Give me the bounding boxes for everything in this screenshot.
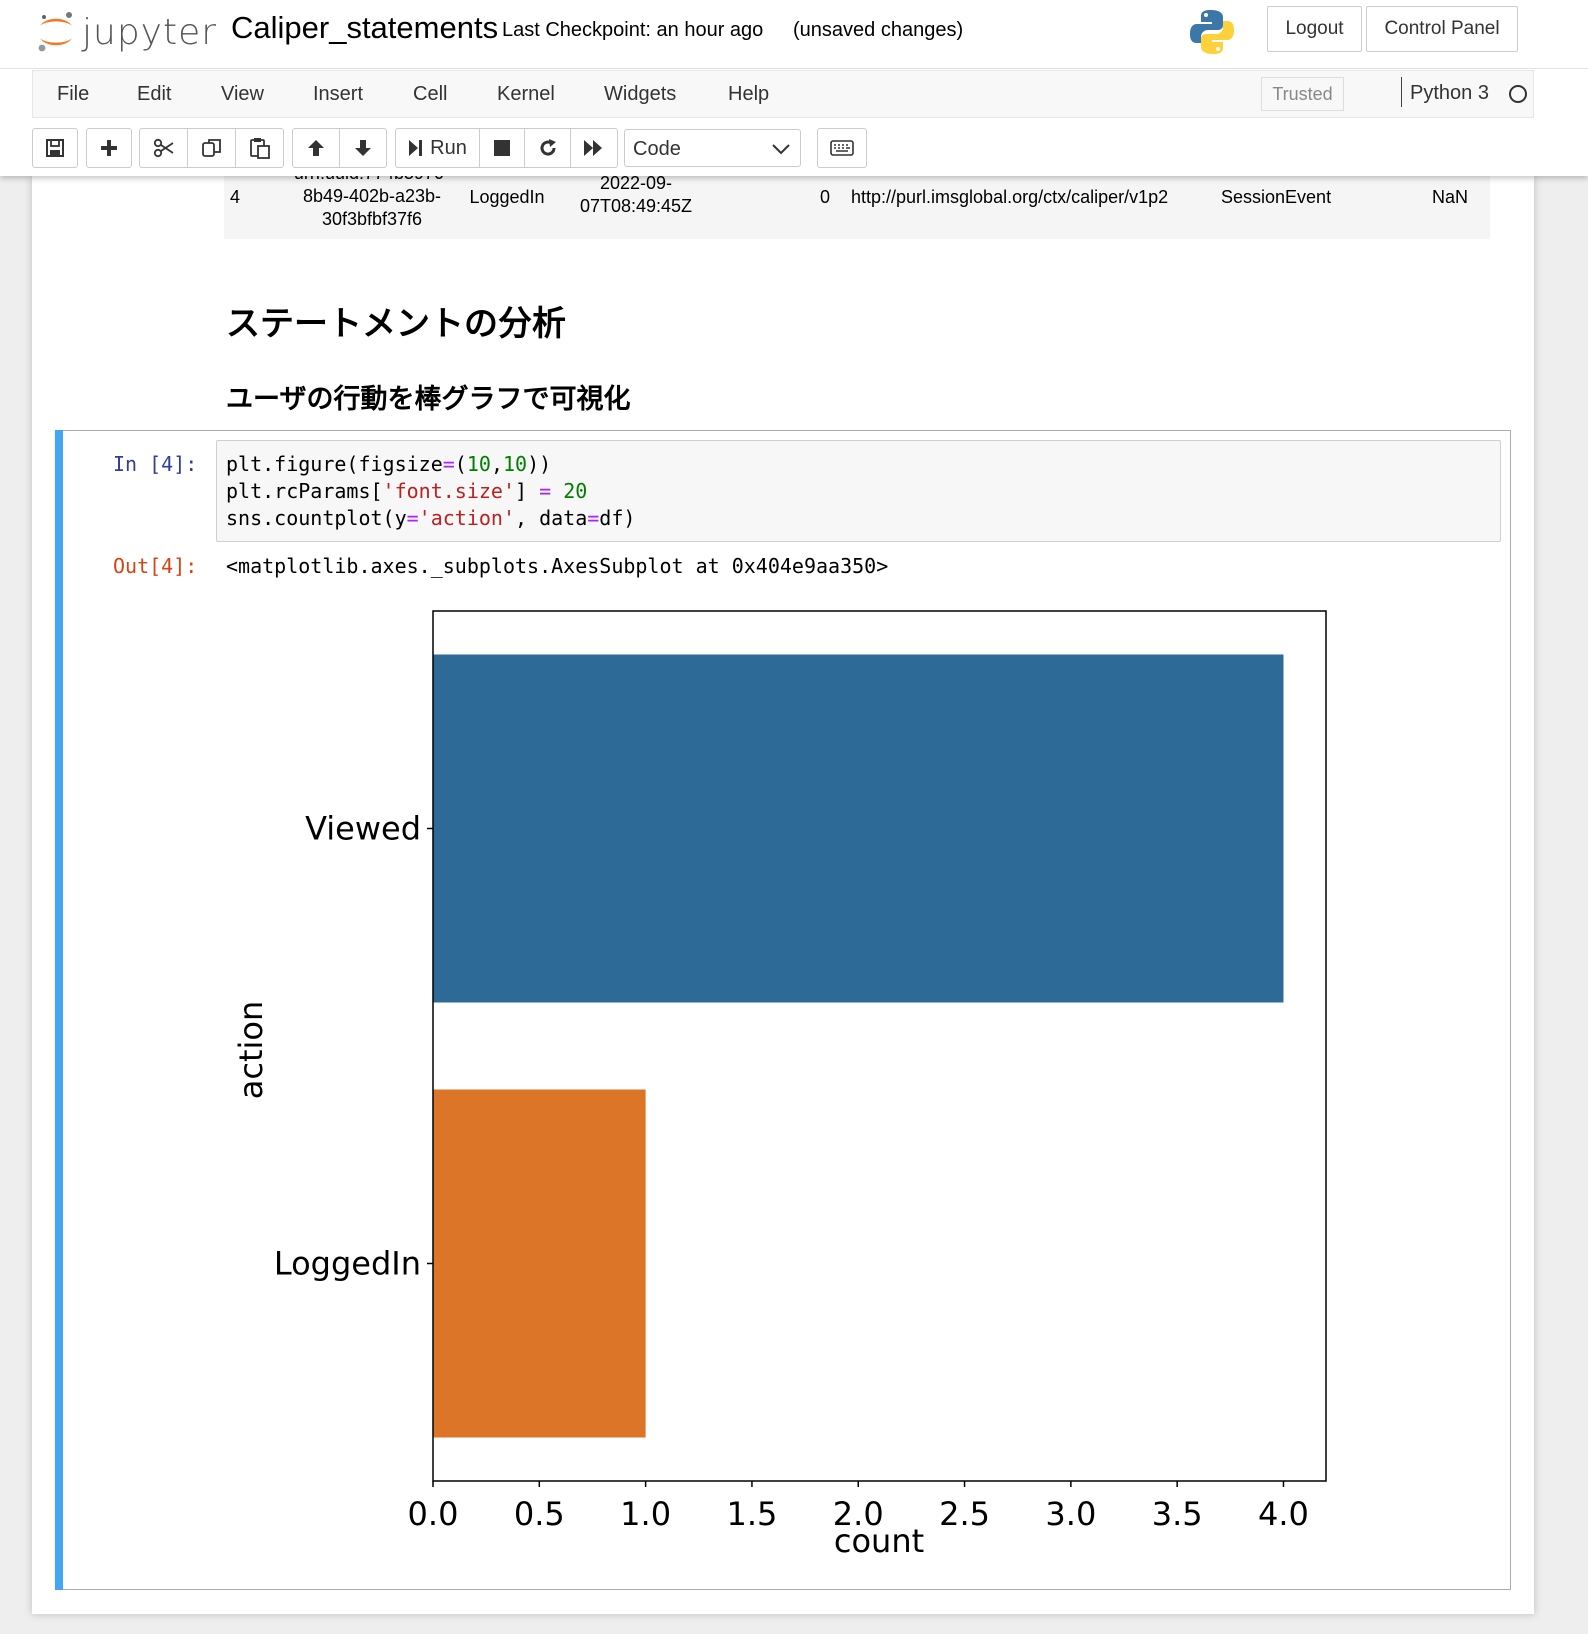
menu-widgets[interactable]: Widgets <box>604 83 676 106</box>
toolbar-insert-group <box>86 128 132 168</box>
checkpoint-status: Last Checkpoint: an hour ago <box>502 19 764 41</box>
df-id-line3: 30f3bfbf37f6 <box>321 209 423 229</box>
paste-button[interactable] <box>236 129 283 167</box>
arrow-down-icon <box>355 140 371 156</box>
command-palette-button[interactable] <box>818 129 866 167</box>
control-panel-button[interactable]: Control Panel <box>1366 6 1518 52</box>
chart-x-label: count <box>834 1522 924 1560</box>
df-zero: 0 <box>820 187 831 207</box>
code-line-3: sns.countplot(y='action', data=df) <box>226 506 636 530</box>
paste-icon <box>249 138 270 159</box>
notebook-header: jupyter Caliper_statements Last Checkpoi… <box>0 0 1588 176</box>
cell-type-select[interactable]: Code <box>624 129 801 167</box>
menu-help[interactable]: Help <box>728 83 769 106</box>
notebook-title[interactable]: Caliper_statements <box>231 10 498 46</box>
restart-run-all-button[interactable] <box>571 129 617 167</box>
menu-view[interactable]: View <box>221 83 264 106</box>
code-line-1: plt.figure(figsize=(10,10)) <box>226 452 552 476</box>
df-type: SessionEvent <box>1221 187 1332 207</box>
chart-bars <box>433 654 1284 1438</box>
cell-type-value: Code <box>633 138 681 160</box>
menu-insert[interactable]: Insert <box>313 83 363 106</box>
run-button[interactable]: Run <box>396 129 480 167</box>
toolbar-keyboard-group <box>817 128 867 168</box>
arrow-up-icon <box>308 140 324 156</box>
move-up-button[interactable] <box>293 129 340 167</box>
dataframe-row: 4 urn:uuid:774b5970- 8b49-402b-a23b- 30f… <box>224 163 1490 239</box>
kernel-name: Python 3 <box>1410 82 1489 104</box>
run-icon <box>409 140 423 156</box>
countplot-chart: 0.0 0.5 1.0 1.5 2.0 2.5 3.0 3.5 4.0 ViewedLogged… <box>232 610 1327 1560</box>
fast-forward-icon <box>584 140 602 156</box>
toolbar-edit-group <box>139 128 284 168</box>
selected-cell-indicator <box>55 430 63 1590</box>
autosave-status: (unsaved changes) <box>793 19 964 41</box>
menu-cell[interactable]: Cell <box>413 83 447 106</box>
y-tick-label: LoggedIn <box>274 1245 421 1283</box>
run-label: Run <box>430 136 467 159</box>
copy-icon <box>201 139 221 157</box>
jupyter-logo-text: jupyter <box>82 12 218 53</box>
markdown-heading-analysis: ステートメントの分析 <box>226 304 566 344</box>
x-tick-label: 0.0 <box>408 1495 459 1533</box>
toolbar-save-group <box>32 128 78 168</box>
x-tick-label: 3.0 <box>1045 1495 1096 1533</box>
in-prompt: In [4]: <box>113 452 198 476</box>
df-nan: NaN <box>1432 187 1469 207</box>
x-tick-label: 4.0 <box>1258 1495 1309 1533</box>
out-prompt: Out[4]: <box>113 554 198 578</box>
cut-button[interactable] <box>140 129 188 167</box>
menu-file[interactable]: File <box>57 83 89 106</box>
x-tick-label: 3.5 <box>1152 1495 1203 1533</box>
x-tick-label: 1.0 <box>620 1495 671 1533</box>
x-tick-label: 1.5 <box>726 1495 777 1533</box>
keyboard-icon <box>830 140 854 156</box>
jupyter-logo-icon <box>38 12 72 52</box>
bar-viewed <box>433 654 1284 1003</box>
cut-icon <box>153 138 173 158</box>
output-text: <matplotlib.axes._subplots.AxesSubplot a… <box>226 554 889 578</box>
menu-bar: File Edit View Insert Cell Kernel Widget… <box>32 70 1534 118</box>
trusted-indicator[interactable]: Trusted <box>1261 77 1344 111</box>
interrupt-button[interactable] <box>480 129 525 167</box>
restart-button[interactable] <box>525 129 571 167</box>
stop-icon <box>494 140 510 156</box>
toolbar-run-group: Run <box>395 128 618 168</box>
logout-button[interactable]: Logout <box>1267 6 1362 52</box>
df-id-line2: 8b49-402b-a23b- <box>302 186 442 206</box>
x-tick-label: 0.5 <box>514 1495 565 1533</box>
restart-icon <box>540 139 556 156</box>
chart-y-label: action <box>232 1001 270 1100</box>
df-context: http://purl.imsglobal.org/ctx/caliper/v1… <box>851 187 1169 207</box>
insert-cell-button[interactable] <box>87 129 131 167</box>
kernel-separator <box>1401 77 1402 107</box>
menu-kernel[interactable]: Kernel <box>497 83 555 106</box>
y-tick-label: Viewed <box>305 810 421 848</box>
chart-y-ticks: Viewed LoggedIn <box>274 810 433 1283</box>
markdown-subheading-visualization: ユーザの行動を棒グラフで可視化 <box>226 384 631 415</box>
x-tick-label: 2.5 <box>939 1495 990 1533</box>
bar-loggedin <box>433 1089 646 1438</box>
header-top-bar: jupyter Caliper_statements Last Checkpoi… <box>0 0 1588 69</box>
save-icon <box>46 139 64 157</box>
python-logo-icon <box>1190 10 1234 54</box>
df-time-line2: 07T08:49:45Z <box>579 196 693 216</box>
save-button[interactable] <box>33 129 77 167</box>
toolbar-move-group <box>292 128 387 168</box>
menu-edit[interactable]: Edit <box>137 83 171 106</box>
plus-icon <box>101 140 117 156</box>
code-line-2: plt.rcParams['font.size'] = 20 <box>226 479 588 503</box>
move-down-button[interactable] <box>340 129 386 167</box>
kernel-idle-icon <box>1509 85 1527 103</box>
copy-button[interactable] <box>188 129 236 167</box>
df-index: 4 <box>230 187 241 207</box>
jupyter-logo[interactable]: jupyter <box>36 8 216 60</box>
chevron-down-icon <box>772 144 790 155</box>
